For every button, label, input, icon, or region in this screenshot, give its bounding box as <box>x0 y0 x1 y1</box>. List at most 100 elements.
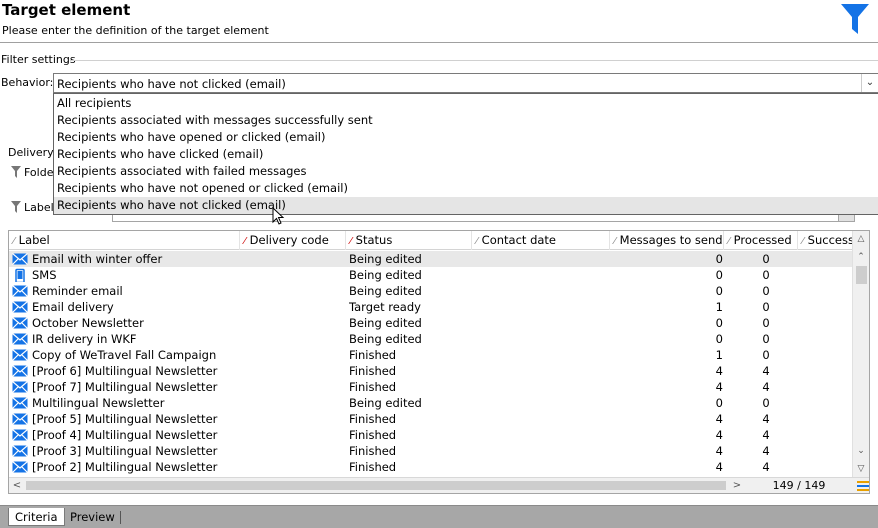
row-label: [Proof 7] Multilingual Newsletter <box>12 379 238 395</box>
row-processed: 4 <box>762 380 770 394</box>
vertical-scroll-thumb[interactable] <box>856 266 867 284</box>
filter-settings-line <box>70 60 878 61</box>
row-processed: 0 <box>762 396 770 410</box>
filter-icon <box>11 166 21 178</box>
column-menu-icon[interactable] <box>857 481 869 491</box>
behavior-select-value: Recipients who have not clicked (email) <box>57 77 286 91</box>
row-status: Being edited <box>349 332 422 346</box>
row-label: Email delivery <box>12 299 238 315</box>
table-row[interactable]: [Proof 3] Multilingual Newsletter Finishe… <box>9 443 853 459</box>
row-status: Being edited <box>349 396 422 410</box>
vertical-scrollbar[interactable]: △ ⌃ ⌄ ▽ <box>852 231 869 478</box>
scroll-down-icon[interactable]: ⌄ <box>853 443 869 459</box>
row-label: [Proof 3] Multilingual Newsletter <box>12 443 238 459</box>
row-status: Finished <box>349 380 397 394</box>
dropdown-option[interactable]: Recipients who have not opened or clicke… <box>54 180 878 197</box>
filter-icon <box>11 201 21 213</box>
row-status: Target ready <box>349 300 421 314</box>
email-delivery-icon <box>12 349 28 361</box>
table-row[interactable]: Email with winter offer Being edited 0 0 <box>9 251 853 267</box>
scroll-right-icon[interactable]: > <box>729 478 745 493</box>
table-row[interactable]: [Proof 6] Multilingual Newsletter Finishe… <box>9 363 853 379</box>
scroll-bottom-icon[interactable]: ▽ <box>853 461 869 477</box>
horizontal-scroll-thumb[interactable] <box>26 481 726 490</box>
record-count: 149 / 149 <box>772 479 826 492</box>
row-messages-to-send: 4 <box>715 380 723 394</box>
dropdown-option[interactable]: All recipients <box>54 95 878 112</box>
row-processed: 0 <box>762 284 770 298</box>
table-row[interactable]: [Proof 5] Multilingual Newsletter Finishe… <box>9 411 853 427</box>
row-status: Finished <box>349 348 397 362</box>
row-status: Finished <box>349 364 397 378</box>
row-processed: 0 <box>762 348 770 362</box>
table-row[interactable]: [Proof 7] Multilingual Newsletter Finishe… <box>9 379 853 395</box>
table-row[interactable]: [Proof 4] Multilingual Newsletter Finishe… <box>9 427 853 443</box>
label-filter[interactable]: Label <box>11 201 54 214</box>
email-delivery-icon <box>12 397 28 409</box>
row-label: IR delivery in WKF <box>12 331 238 347</box>
email-delivery-icon <box>12 301 28 313</box>
scroll-top-icon[interactable]: △ <box>853 231 869 247</box>
row-messages-to-send: 1 <box>715 300 723 314</box>
tab-criteria[interactable]: Criteria <box>8 508 65 526</box>
row-status: Finished <box>349 412 397 426</box>
column-header-success[interactable]: ⁄ Success <box>797 231 854 250</box>
table-row[interactable]: October Newsletter Being edited 0 0 <box>9 315 853 331</box>
column-header-label[interactable]: ⁄ Label <box>9 231 239 250</box>
table-row[interactable]: IR delivery in WKF Being edited 0 0 <box>9 331 853 347</box>
column-header-delivery-code[interactable]: ⁄ Delivery code <box>239 231 345 250</box>
chevron-down-icon[interactable]: ⌄ <box>861 74 878 92</box>
grid-header: ⁄ Label ⁄ Delivery code ⁄ Status ⁄ Contact d… <box>9 231 854 250</box>
row-processed: 0 <box>762 316 770 330</box>
delivery-legend: Delivery <box>8 146 54 159</box>
email-delivery-icon <box>12 429 28 441</box>
table-row[interactable]: SMS Being edited 0 0 <box>9 267 853 283</box>
behavior-label: Behavior: <box>1 76 54 89</box>
column-header-contact-date[interactable]: ⁄ Contact date <box>471 231 609 250</box>
filter-settings-legend: Filter settings <box>1 53 79 66</box>
row-messages-to-send: 4 <box>715 460 723 474</box>
row-label: October Newsletter <box>12 315 238 331</box>
dropdown-option[interactable]: Recipients associated with messages succ… <box>54 112 878 129</box>
filter-funnel-icon <box>841 4 869 34</box>
row-status: Finished <box>349 428 397 442</box>
page-subtitle: Please enter the definition of the targe… <box>2 24 269 37</box>
folder-label: Folde <box>24 166 54 179</box>
table-row[interactable]: Reminder email Being edited 0 0 <box>9 283 853 299</box>
row-messages-to-send: 0 <box>715 396 723 410</box>
table-row[interactable]: Copy of WeTravel Fall Campaign Finished 1 0 <box>9 347 853 363</box>
row-label: Multilingual Newsletter <box>12 395 238 411</box>
row-status: Being edited <box>349 268 422 282</box>
dropdown-option[interactable]: Recipients who have clicked (email) <box>54 146 878 163</box>
table-row[interactable]: Email delivery Target ready 1 0 <box>9 299 853 315</box>
table-row[interactable]: [Proof 2] Multilingual Newsletter Finishe… <box>9 459 853 475</box>
row-label: Email with winter offer <box>12 251 238 267</box>
dropdown-option-hovered[interactable]: Recipients who have not clicked (email) <box>54 197 878 214</box>
column-header-processed[interactable]: ⁄ Processed <box>723 231 797 250</box>
email-delivery-icon <box>12 445 28 457</box>
row-messages-to-send: 4 <box>715 428 723 442</box>
email-delivery-icon <box>12 253 28 265</box>
tab-preview[interactable]: Preview <box>64 508 121 526</box>
horizontal-scrollbar[interactable]: < > 149 / 149 <box>9 477 869 493</box>
row-messages-to-send: 1 <box>715 348 723 362</box>
behavior-select[interactable]: Recipients who have not clicked (email) … <box>53 73 878 93</box>
row-messages-to-send: 0 <box>715 268 723 282</box>
row-processed: 4 <box>762 444 770 458</box>
row-label: Copy of WeTravel Fall Campaign <box>12 347 238 363</box>
row-processed: 0 <box>762 300 770 314</box>
scroll-left-icon[interactable]: < <box>9 478 25 493</box>
email-delivery-icon <box>12 413 28 425</box>
table-row[interactable]: Multilingual Newsletter Being edited 0 0 <box>9 395 853 411</box>
dropdown-option[interactable]: Recipients associated with failed messag… <box>54 163 878 180</box>
row-processed: 0 <box>762 252 770 266</box>
dropdown-option[interactable]: Recipients who have opened or clicked (e… <box>54 129 878 146</box>
row-status: Being edited <box>349 252 422 266</box>
row-processed: 4 <box>762 412 770 426</box>
email-delivery-icon <box>12 461 28 473</box>
column-header-messages-to-send[interactable]: ⁄ Messages to send <box>609 231 723 250</box>
column-header-status[interactable]: ⁄ Status <box>345 231 471 250</box>
row-processed: 0 <box>762 268 770 282</box>
folder-filter[interactable]: Folde <box>11 166 53 179</box>
scroll-up-icon[interactable]: ⌃ <box>853 249 869 265</box>
